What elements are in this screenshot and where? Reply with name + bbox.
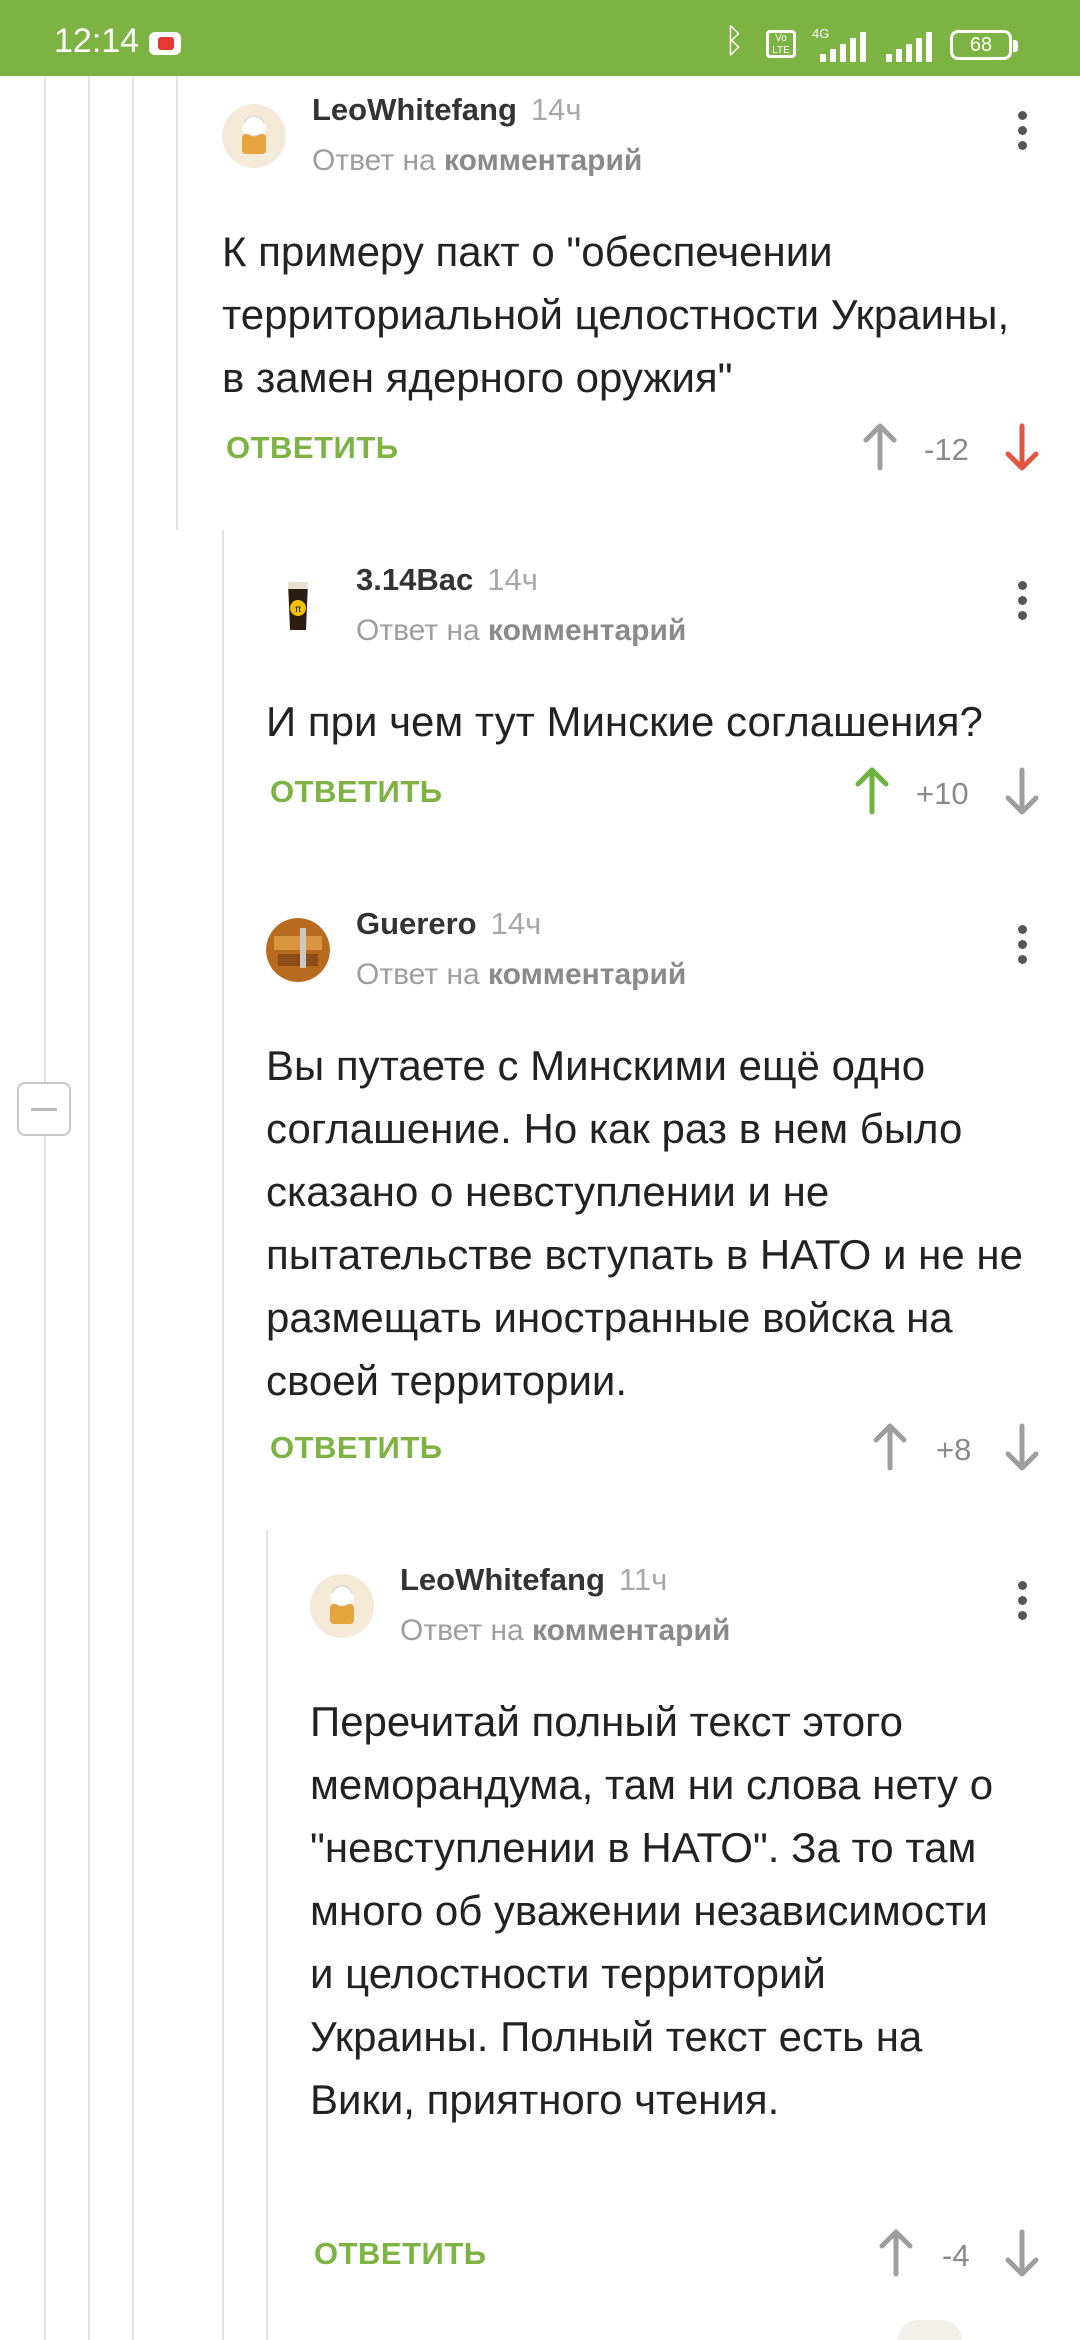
- battery-level: 68: [969, 34, 993, 56]
- reply-to-link[interactable]: комментарий: [532, 1614, 730, 1647]
- reply-button[interactable]: ОТВЕТИТЬ: [270, 1430, 443, 1466]
- reply-to: Ответ на комментарий: [356, 958, 687, 991]
- upvote-icon[interactable]: [876, 2228, 916, 2278]
- downvote-icon[interactable]: [1002, 422, 1042, 472]
- comment-rating: -12: [924, 432, 969, 467]
- avatar[interactable]: π: [266, 574, 330, 638]
- status-bar: 12:14 ᛒ Vo LTE 4G 68: [0, 0, 1080, 76]
- comment-text: Вы путаете с Минскими ещё одно соглашени…: [266, 1042, 1023, 1404]
- comment-time: 11ч: [618, 1562, 668, 1597]
- collapse-thread-button[interactable]: [17, 1082, 71, 1136]
- comment-rating: -4: [942, 2238, 970, 2273]
- downvote-icon[interactable]: [1002, 1422, 1042, 1472]
- comment-text: Перечитай полный текст этого меморандума…: [310, 1698, 994, 2123]
- more-menu-icon[interactable]: [1002, 1576, 1042, 1636]
- reply-to-link[interactable]: комментарий: [488, 614, 686, 647]
- next-comment-avatar: [898, 2320, 962, 2340]
- comment-rating: +8: [936, 1432, 972, 1467]
- thread-line: [88, 76, 90, 2340]
- svg-text:π: π: [295, 604, 301, 615]
- reply-button[interactable]: ОТВЕТИТЬ: [226, 430, 399, 466]
- thread-line: [266, 1530, 268, 2340]
- bluetooth-icon: ᛒ: [724, 22, 745, 60]
- comment-author[interactable]: 3.14Bac 14ч: [356, 562, 538, 598]
- avatar[interactable]: [266, 918, 330, 982]
- reply-to-link[interactable]: комментарий: [488, 958, 686, 991]
- thread-line: [222, 530, 224, 2340]
- thread-line: [44, 76, 46, 2340]
- thread-line: [176, 76, 178, 530]
- more-menu-icon[interactable]: [1002, 106, 1042, 166]
- comment-rating: +10: [916, 776, 969, 811]
- volte-icon: Vo LTE: [766, 30, 796, 58]
- more-menu-icon[interactable]: [1002, 576, 1042, 636]
- comment-text: К примеру пакт о "обеспечении территориа…: [222, 228, 1010, 401]
- avatar[interactable]: [310, 1574, 374, 1638]
- downvote-icon[interactable]: [1002, 2228, 1042, 2278]
- avatar[interactable]: [222, 104, 286, 168]
- upvote-icon[interactable]: [860, 422, 900, 472]
- comment-author[interactable]: LeoWhitefang 11ч: [400, 1562, 667, 1598]
- thread-line: [132, 76, 134, 2340]
- upvote-icon[interactable]: [852, 766, 892, 816]
- signal-icon: [820, 30, 876, 62]
- battery-icon: 68: [950, 30, 1018, 60]
- comment-time: 14ч: [490, 906, 542, 941]
- comment-author[interactable]: LeoWhitefang 14ч: [312, 92, 582, 128]
- reply-to: Ответ на комментарий: [312, 144, 643, 177]
- signal-icon-2: [886, 30, 942, 62]
- reply-to-link[interactable]: комментарий: [444, 144, 642, 177]
- comment-author[interactable]: Guerero 14ч: [356, 906, 541, 942]
- reply-button[interactable]: ОТВЕТИТЬ: [314, 2236, 487, 2272]
- reply-to: Ответ на комментарий: [356, 614, 687, 647]
- downvote-icon[interactable]: [1002, 766, 1042, 816]
- comment-text: И при чем тут Минские соглашения?: [266, 698, 983, 745]
- status-time: 12:14: [54, 22, 140, 60]
- comment-time: 14ч: [530, 92, 582, 127]
- upvote-icon[interactable]: [870, 1422, 910, 1472]
- reply-to: Ответ на комментарий: [400, 1614, 731, 1647]
- youtube-icon: [149, 32, 181, 55]
- comment-time: 14ч: [487, 562, 538, 597]
- more-menu-icon[interactable]: [1002, 920, 1042, 980]
- reply-button[interactable]: ОТВЕТИТЬ: [270, 774, 443, 810]
